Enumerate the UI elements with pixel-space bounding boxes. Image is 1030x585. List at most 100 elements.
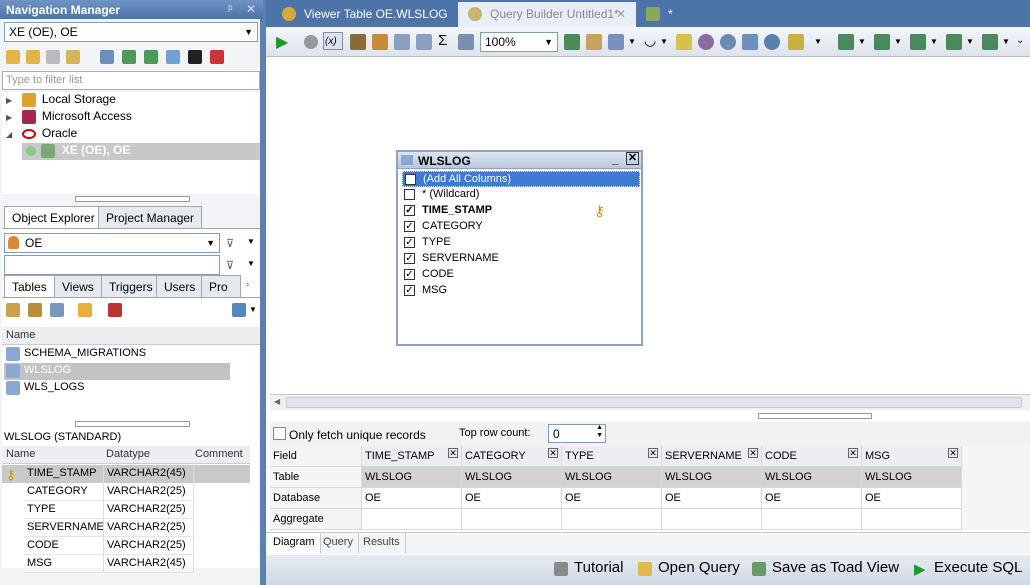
overflow-icon[interactable]: ⌄ [1016, 35, 1024, 46]
tab-viewer-table[interactable]: Viewer Table OE.WLSLOG [274, 2, 458, 27]
tools-icon[interactable] [586, 34, 602, 50]
connection-select[interactable]: XE (OE), OE ▼ [4, 22, 258, 42]
close-icon[interactable]: ✕ [246, 2, 256, 16]
copy-icon[interactable] [166, 50, 180, 64]
column-time-stamp[interactable]: ✓ TIME_STAMP ⚷ [402, 203, 640, 220]
chevron-down-icon[interactable]: ▼ [247, 237, 255, 246]
close-icon[interactable]: ✕ [626, 152, 639, 165]
copy-icon[interactable] [742, 34, 758, 50]
tab-users[interactable]: Users [156, 275, 204, 297]
tab-scroll-icon[interactable]: › [246, 279, 249, 290]
delete-connection-icon[interactable] [66, 50, 80, 64]
add-table-icon[interactable] [372, 34, 388, 50]
database-cell[interactable]: OE [862, 488, 962, 509]
remove-column-icon[interactable]: ✕ [948, 448, 958, 458]
database-cell[interactable]: OE [562, 488, 662, 509]
table-row[interactable]: MSG VARCHAR2(45) [2, 555, 250, 573]
aggregate-cell[interactable] [862, 509, 962, 530]
top-row-count-input[interactable]: 0 ▲ ▼ [548, 424, 606, 443]
table-cell[interactable]: WLSLOG [562, 467, 662, 488]
save-icon[interactable] [946, 34, 962, 50]
export-icon[interactable] [144, 50, 158, 64]
diagram-canvas[interactable]: WLSLOG _ ✕ ✓ (Add All Columns) * (Wildca… [270, 57, 1030, 392]
tab-diagram[interactable]: Diagram [268, 533, 321, 553]
table-cell[interactable]: WLSLOG [362, 467, 462, 488]
field-header[interactable]: CATEGORY ✕ [462, 446, 562, 467]
object-filter-input[interactable] [4, 255, 220, 275]
chevron-down-icon[interactable]: ▼ [247, 259, 255, 268]
spinner-icon[interactable]: ▲ ▼ [596, 424, 603, 440]
table-item[interactable]: SCHEMA_MIGRATIONS [4, 346, 230, 363]
table-row[interactable]: TYPE VARCHAR2(25) [2, 501, 250, 519]
checkbox-wildcard[interactable] [404, 189, 415, 200]
chevron-down-icon[interactable]: ▼ [858, 37, 866, 46]
table-window-header[interactable]: WLSLOG _ ✕ [398, 152, 641, 169]
close-tab-icon[interactable]: ✕ [616, 7, 626, 21]
settings-icon[interactable] [210, 50, 224, 64]
chevron-down-icon[interactable]: ▼ [966, 37, 974, 46]
database-cell[interactable]: OE [662, 488, 762, 509]
arrange-icon[interactable] [564, 34, 580, 50]
import-icon[interactable] [874, 34, 890, 50]
create-table-icon[interactable] [6, 303, 20, 317]
favorite-icon[interactable] [78, 303, 92, 317]
column-servername[interactable]: ✓ SERVERNAME [402, 251, 640, 267]
transfer-icon[interactable] [910, 34, 926, 50]
scroll-thumb[interactable] [286, 397, 1022, 408]
checkbox-code[interactable]: ✓ [404, 269, 415, 280]
table-cell[interactable]: WLSLOG [862, 467, 962, 488]
aggregate-cell[interactable] [662, 509, 762, 530]
terminal-icon[interactable] [188, 50, 202, 64]
field-header[interactable]: MSG ✕ [862, 446, 962, 467]
column-msg[interactable]: ✓ MSG [402, 283, 640, 299]
globe-icon[interactable] [720, 34, 736, 50]
table-cell[interactable]: WLSLOG [662, 467, 762, 488]
checkbox-add-all[interactable]: ✓ [405, 174, 416, 185]
tab-query-builder[interactable]: Query Builder Untitled1* ✕ [458, 2, 636, 27]
layout-icon[interactable] [394, 34, 410, 50]
run-icon[interactable]: ▶ [276, 32, 288, 52]
tab-tables[interactable]: Tables [4, 275, 55, 297]
aggregate-cell[interactable] [462, 509, 562, 530]
remove-column-icon[interactable]: ✕ [748, 448, 758, 458]
tab-project-manager[interactable]: Project Manager [98, 206, 203, 228]
database-cell[interactable]: OE [362, 488, 462, 509]
aggregate-cell[interactable] [762, 509, 862, 530]
chevron-down-icon[interactable]: ▼ [1002, 37, 1010, 46]
stop-icon[interactable] [304, 35, 318, 49]
database-cell[interactable]: OE [762, 488, 862, 509]
open-query-button[interactable]: Open Query [638, 559, 740, 581]
tab-object-explorer[interactable]: Object Explorer [4, 206, 103, 228]
remove-column-icon[interactable]: ✕ [448, 448, 458, 458]
filter-icon[interactable]: ⊽ [226, 237, 234, 250]
tree-item-connection[interactable]: XE (OE), OE [22, 143, 260, 160]
import-icon[interactable] [122, 50, 136, 64]
sum-icon[interactable]: Σ [438, 32, 447, 49]
zoom-select[interactable]: 100% ▼ [480, 32, 558, 52]
table-properties-icon[interactable] [50, 303, 64, 317]
checkbox-servername[interactable]: ✓ [404, 253, 415, 264]
sql-icon[interactable] [676, 34, 692, 50]
tab-views[interactable]: Views [54, 275, 102, 297]
chevron-down-icon[interactable]: ▼ [249, 305, 257, 314]
grid-icon[interactable] [416, 34, 432, 50]
chevron-down-icon[interactable]: ▼ [628, 37, 636, 46]
send-icon[interactable] [982, 34, 998, 50]
join-icon[interactable] [458, 34, 474, 50]
export-icon[interactable] [838, 34, 854, 50]
where-icon[interactable] [698, 34, 714, 50]
tab-procedures[interactable]: Pro [201, 275, 241, 297]
disconnect-icon[interactable] [46, 50, 60, 64]
tab-query[interactable]: Query [318, 533, 359, 553]
tree-item-microsoft-access[interactable]: ▶ Microsoft Access [2, 109, 132, 126]
horizontal-scrollbar[interactable]: ◀ [270, 394, 1030, 410]
checkbox-msg[interactable]: ✓ [404, 285, 415, 296]
lightning-icon[interactable] [788, 34, 804, 50]
chevron-down-icon[interactable]: ▼ [660, 37, 668, 46]
schema-select[interactable]: OE ▼ [4, 233, 220, 253]
tab-triggers[interactable]: Triggers [101, 275, 161, 297]
remove-column-icon[interactable]: ✕ [648, 448, 658, 458]
table-row[interactable]: CATEGORY VARCHAR2(25) [2, 483, 250, 501]
select-icon[interactable] [608, 34, 624, 50]
column-wildcard[interactable]: * (Wildcard) [402, 187, 640, 203]
